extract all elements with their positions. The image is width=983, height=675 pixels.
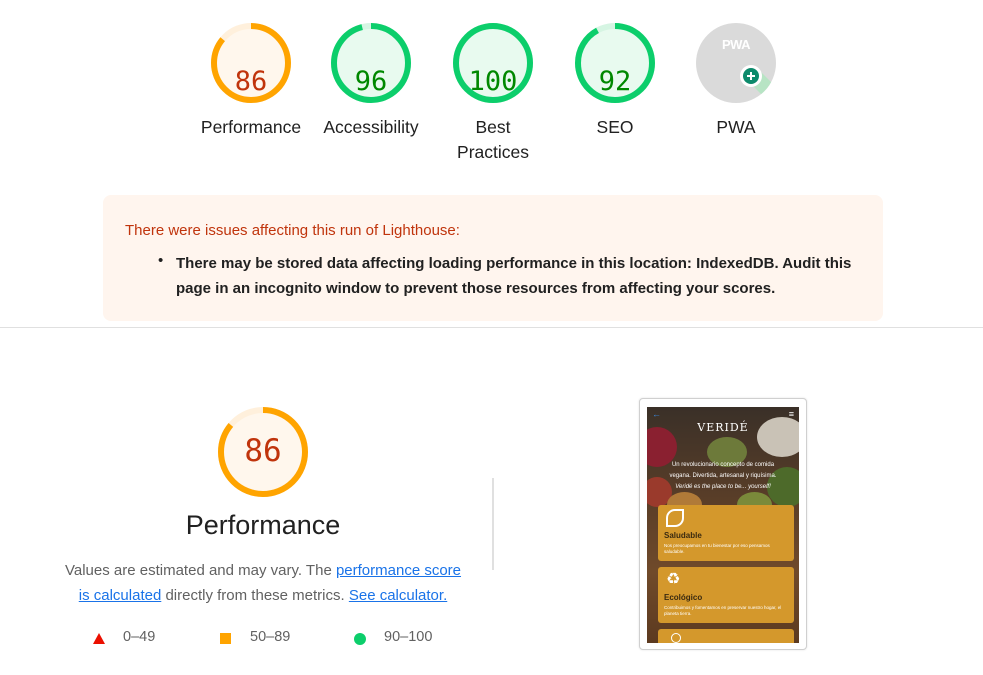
final-screenshot[interactable]: ← ≡ VERIDÉ Un revolucionario concepto de… xyxy=(639,398,807,650)
gauge-label: Best Practices xyxy=(457,117,529,162)
pwa-badge-text: PWA xyxy=(721,37,751,52)
warnings-title: There were issues affecting this run of … xyxy=(125,222,460,239)
desc-text: Values are estimated and may vary. The xyxy=(64,562,336,579)
circle-icon xyxy=(354,633,366,645)
gauge-score: 100 xyxy=(468,66,518,97)
card-text: Nos preocupamos en tu bienestar por eso … xyxy=(664,543,770,554)
globe-icon xyxy=(671,633,681,643)
warning-item: There may be stored data affecting loadi… xyxy=(176,255,852,297)
gauge-score: 86 xyxy=(234,66,268,97)
performance-title: Performance xyxy=(185,510,341,540)
recycle-icon: ♻ xyxy=(666,571,681,588)
gauge-label: SEO xyxy=(596,117,634,137)
gauge-accessibility[interactable]: 96 Accessibility xyxy=(311,18,431,140)
feature-card xyxy=(658,629,794,643)
section-divider xyxy=(0,327,983,328)
tagline-line: Un revolucionario concepto de comida xyxy=(671,462,775,468)
tagline-line: vegana. Divertida, artesanal y riquísima… xyxy=(669,473,777,479)
bullet-icon: • xyxy=(158,252,164,269)
see-calculator-link[interactable]: See calculator. xyxy=(349,587,447,604)
performance-description: Values are estimated and may vary. The p… xyxy=(58,558,468,608)
pwa-badge-icon xyxy=(696,23,776,103)
card-text: Contribuimos y fomentamos en preservar n… xyxy=(664,605,782,616)
back-arrow-icon: ← xyxy=(652,409,661,419)
leaf-icon xyxy=(666,509,684,527)
gauge-label: Performance xyxy=(200,117,302,137)
triangle-icon xyxy=(93,633,105,644)
card-title: Ecológico xyxy=(664,593,703,602)
gauge-pwa[interactable]: PWA PWA xyxy=(676,18,796,140)
category-gauges: 86 Performance 96 Accessibility 100 Best… xyxy=(0,0,983,180)
tagline-line: Veridé es the place to be... yourself! xyxy=(675,484,771,490)
gauge-performance[interactable]: 86 Performance xyxy=(191,18,311,140)
gauge-label: Accessibility xyxy=(323,117,419,137)
desc-text: directly from these metrics. xyxy=(161,587,349,604)
gauge-seo[interactable]: 92 SEO xyxy=(555,18,675,140)
gauge-best-practices[interactable]: 100 Best Practices xyxy=(433,18,553,165)
menu-icon: ≡ xyxy=(788,409,794,419)
legend-range: 0–49 xyxy=(123,629,156,645)
card-title: Saludable xyxy=(664,531,702,540)
legend-range: 90–100 xyxy=(384,629,433,645)
feature-card: ♻ Ecológico Contribuimos y fomentamos en… xyxy=(658,567,794,623)
legend-range: 50–89 xyxy=(250,629,291,645)
brand-logo: VERIDÉ xyxy=(697,421,749,434)
runtime-warnings-box: There were issues affecting this run of … xyxy=(103,195,883,321)
gauge-score: 96 xyxy=(354,66,388,97)
vertical-divider xyxy=(492,478,494,570)
performance-score: 86 xyxy=(244,433,282,469)
square-icon xyxy=(220,633,231,644)
feature-card: Saludable Nos preocupamos en tu bienesta… xyxy=(658,505,794,561)
gauge-score: 92 xyxy=(598,66,632,97)
gauge-label: PWA xyxy=(716,117,756,137)
screenshot-image: ← ≡ VERIDÉ Un revolucionario concepto de… xyxy=(647,407,799,643)
